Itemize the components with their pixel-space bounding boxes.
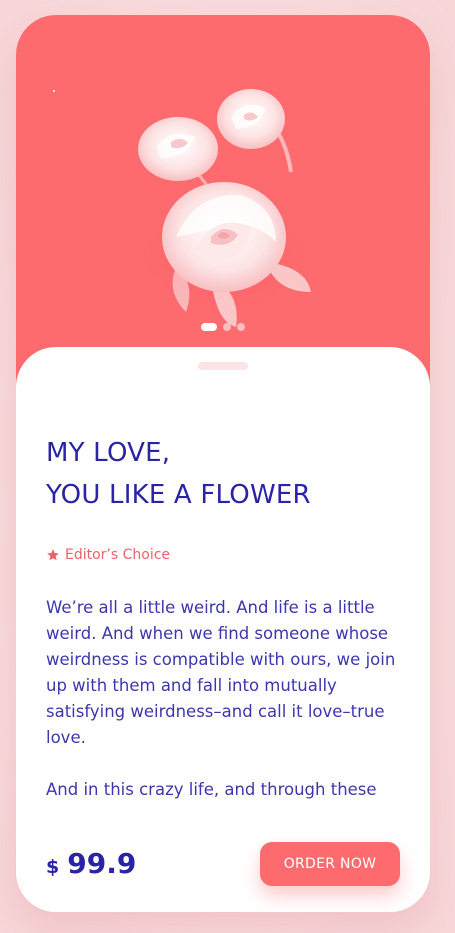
price: $ 99.9 <box>46 847 136 880</box>
pager-dot[interactable] <box>223 323 231 331</box>
pager-dot-active[interactable] <box>201 323 217 331</box>
editors-choice-badge: Editor’s Choice <box>46 547 170 563</box>
product-sheet: MY LOVE, YOU LIKE A FLOWER Editor’s Choi… <box>16 347 430 912</box>
product-description: We’re all a little weird. And life is a … <box>46 595 402 829</box>
product-title: MY LOVE, YOU LIKE A FLOWER <box>46 432 406 516</box>
title-line-2: YOU LIKE A FLOWER <box>46 480 311 510</box>
text-fade-overlay <box>16 797 430 827</box>
carousel-pager[interactable] <box>16 323 430 331</box>
price-amount: 99.9 <box>67 847 137 880</box>
hero-speck <box>53 90 55 92</box>
phone-card: MY LOVE, YOU LIKE A FLOWER Editor’s Choi… <box>16 15 430 912</box>
currency-symbol: $ <box>46 856 60 878</box>
star-icon <box>47 549 59 561</box>
title-line-1: MY LOVE, <box>46 438 171 468</box>
badge-label: Editor’s Choice <box>65 547 171 563</box>
order-now-button[interactable]: ORDER NOW <box>260 842 400 886</box>
drag-handle[interactable] <box>198 362 248 370</box>
rose-bouquet-illustration <box>126 89 326 327</box>
pager-dot[interactable] <box>237 323 245 331</box>
description-paragraph: We’re all a little weird. And life is a … <box>46 598 396 747</box>
